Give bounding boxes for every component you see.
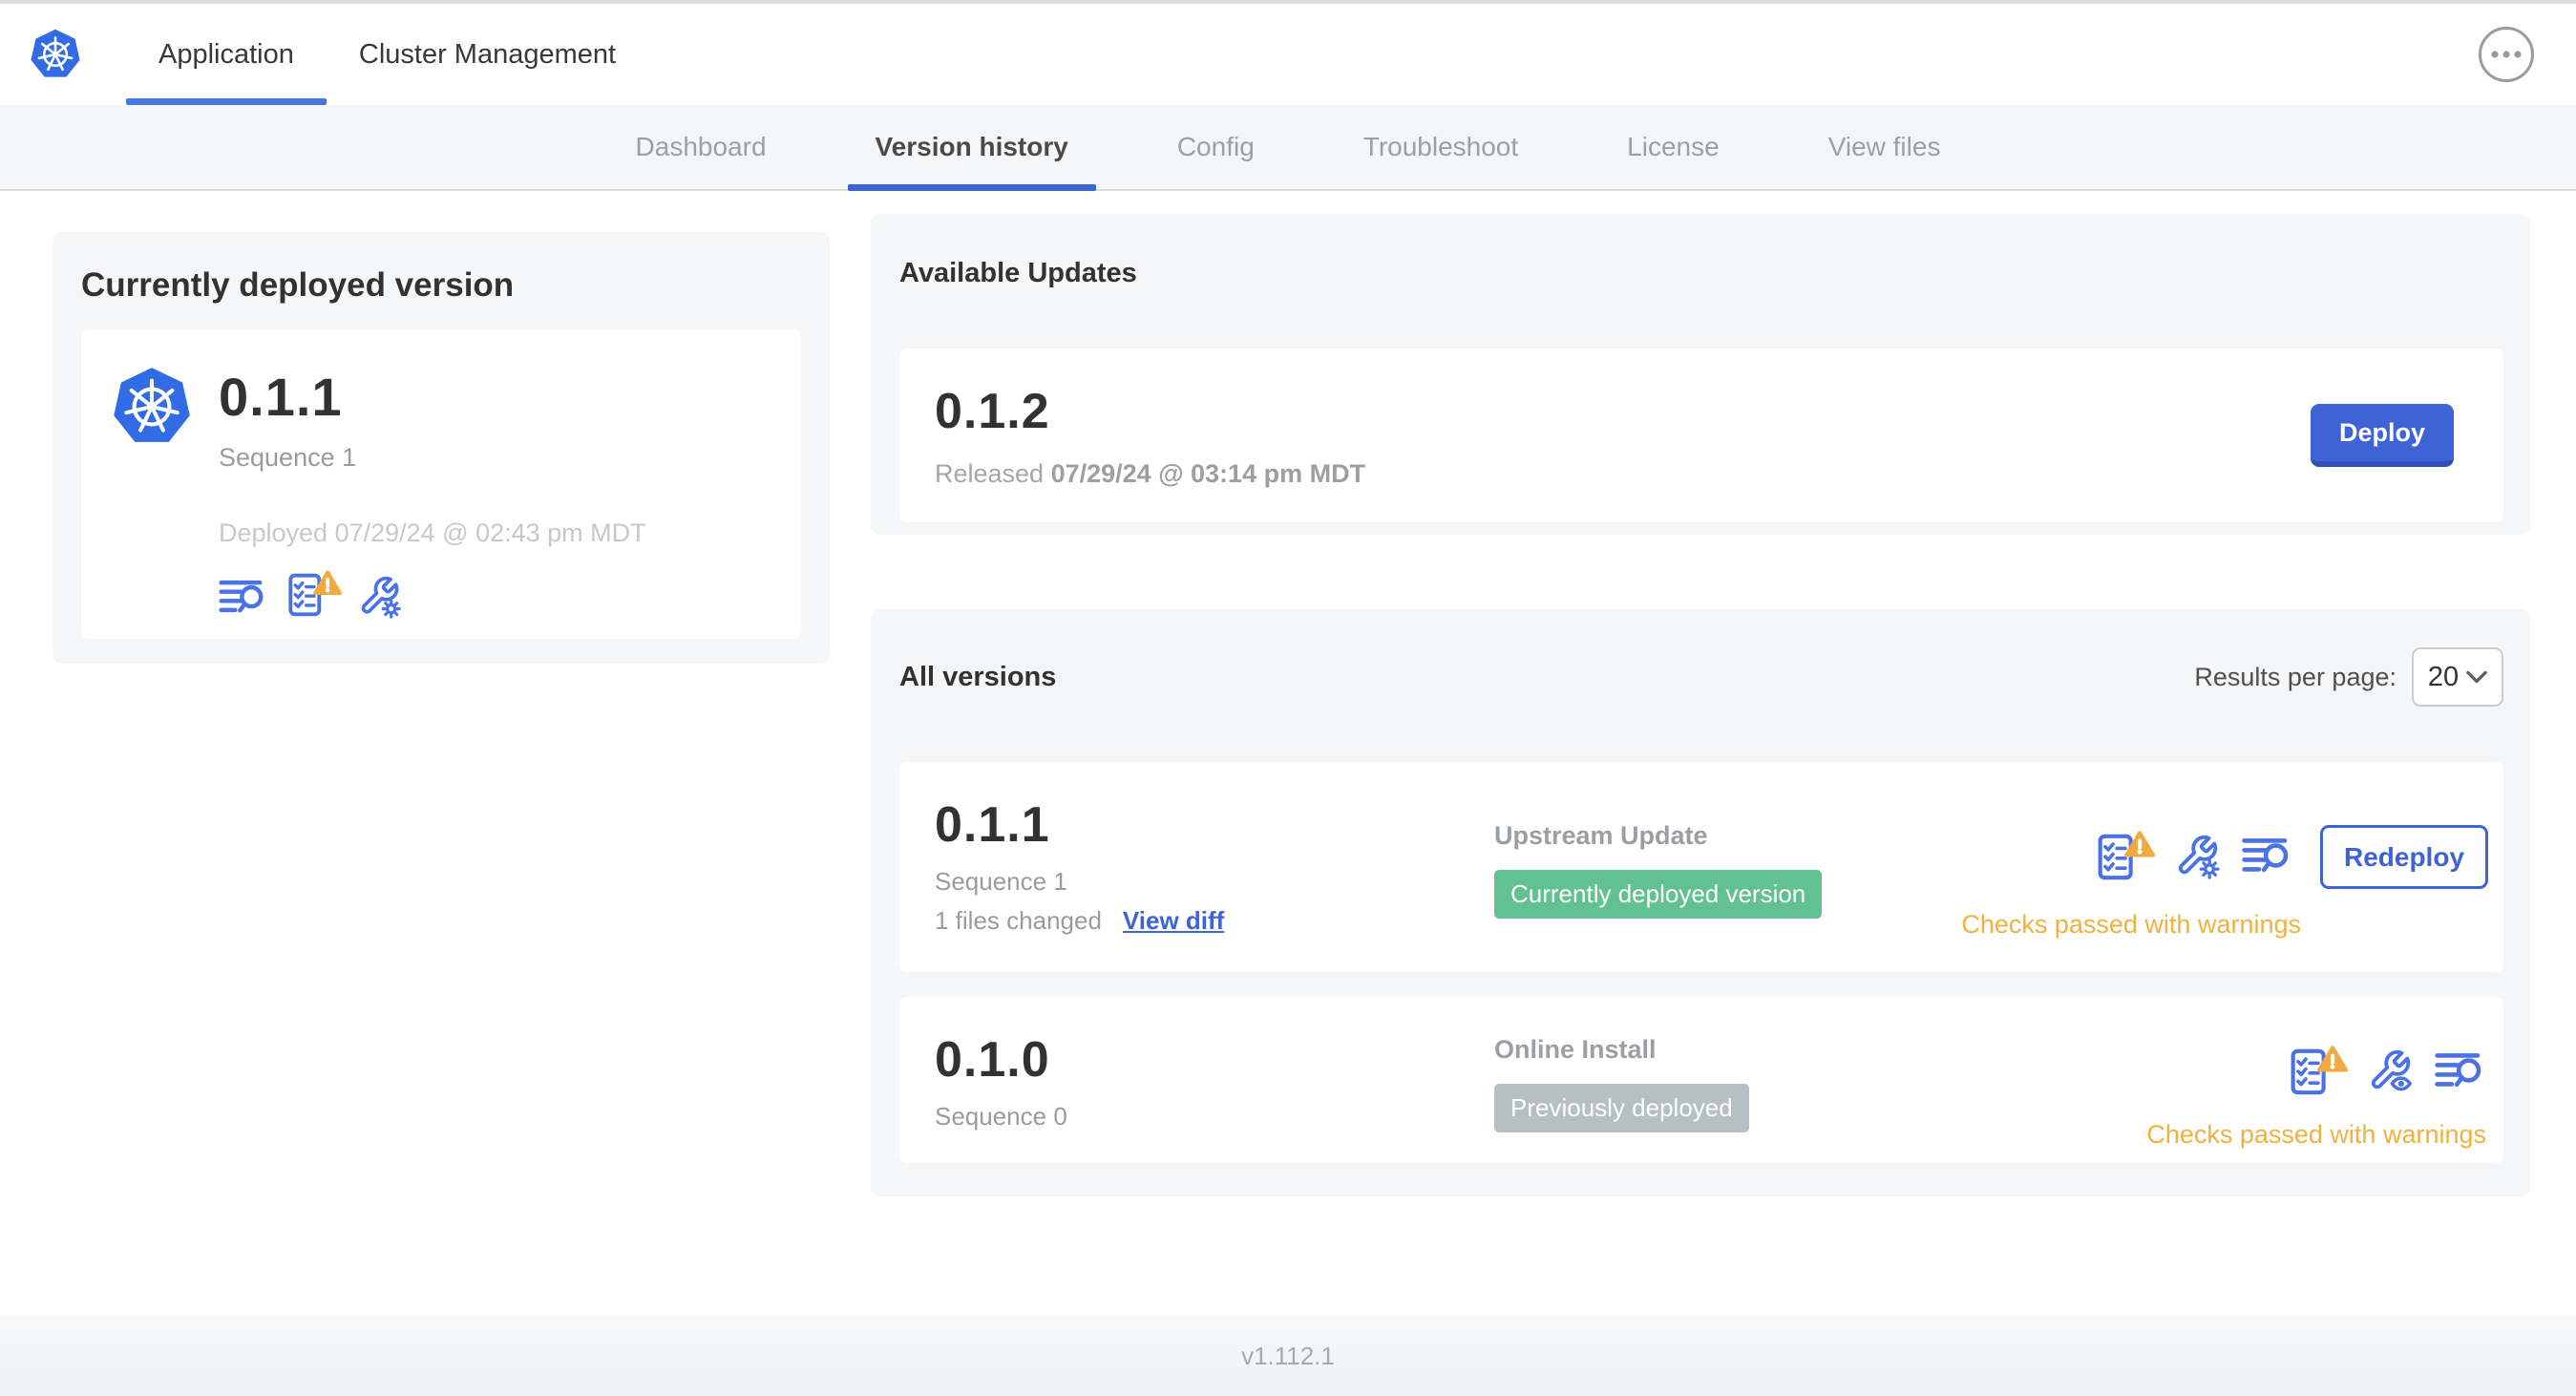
version-row-source: Online Install Previously deployed	[1494, 1031, 2146, 1150]
header-tabs: Application Cluster Management	[126, 4, 648, 105]
available-update-info: 0.1.2 Released 07/29/24 @ 03:14 pm MDT	[935, 383, 2311, 489]
update-version-number: 0.1.2	[935, 383, 1050, 439]
current-version-deployed-timestamp: Deployed 07/29/24 @ 02:43 pm MDT	[219, 518, 646, 547]
subnav-config-label: Config	[1176, 132, 1255, 161]
chevron-down-icon	[2466, 670, 2487, 685]
files-changed-line: 1 files changed View diff	[935, 906, 1494, 936]
currently-deployed-body: 0.1.1 Sequence 1 Deployed 07/29/24 @ 02:…	[219, 364, 646, 610]
version-sequence: Sequence 0	[935, 1102, 1067, 1131]
version-number: 0.1.0	[935, 1032, 1050, 1088]
current-version-actions	[219, 569, 646, 621]
current-version-sequence: Sequence 1	[219, 443, 357, 472]
version-row-info: 0.1.1 Sequence 1 1 files changed View di…	[935, 796, 1494, 943]
subnav-view-files-label: View files	[1827, 132, 1941, 161]
diff-search-icon[interactable]	[2435, 1049, 2488, 1095]
main-content: Currently deployed version 0.1.1 Sequenc…	[0, 191, 2576, 1316]
results-per-page-value: 20	[2427, 661, 2460, 692]
released-timestamp: 07/29/24 @ 03:14 pm MDT	[1050, 458, 1366, 488]
results-per-page-label: Results per page:	[2194, 662, 2397, 691]
version-number: 0.1.1	[935, 797, 1050, 853]
preflight-checks-warning-icon[interactable]	[285, 569, 343, 621]
version-row-actions: Redeploy Checks passed with warnings	[1961, 796, 2488, 943]
subnav-troubleshoot[interactable]: Troubleshoot	[1309, 105, 1573, 189]
app-header: Application Cluster Management	[0, 4, 2576, 105]
currently-deployed-card: 0.1.1 Sequence 1 Deployed 07/29/24 @ 02:…	[81, 329, 801, 639]
subnav-version-history[interactable]: Version history	[821, 105, 1123, 191]
tab-application-label: Application	[158, 38, 294, 70]
console-version-text: v1.112.1	[1241, 1341, 1335, 1370]
wrench-gear-config-icon[interactable]	[358, 575, 404, 621]
version-row-source: Upstream Update Currently deployed versi…	[1494, 796, 1961, 943]
subnav-dashboard-label: Dashboard	[635, 132, 767, 161]
version-source-label: Online Install	[1494, 1035, 1657, 1064]
preflight-checks-warning-icon[interactable]	[2288, 1045, 2349, 1099]
all-versions-header: All versions Results per page: 20	[899, 647, 2503, 707]
currently-deployed-title: Currently deployed version	[81, 266, 515, 304]
version-row-actions: Checks passed with warnings	[2146, 1031, 2488, 1150]
subnav-view-files[interactable]: View files	[1774, 105, 1995, 189]
version-action-icons: Redeploy	[2095, 825, 2488, 889]
kubernetes-logo-icon	[29, 27, 82, 82]
subnav-version-history-label: Version history	[875, 132, 1068, 161]
tab-application-active-underline	[126, 98, 327, 105]
all-versions-panel: All versions Results per page: 20 0.1.1 …	[871, 609, 2530, 1196]
version-row-info: 0.1.0 Sequence 0	[935, 1031, 1494, 1150]
subnav-config[interactable]: Config	[1123, 105, 1309, 189]
subnav-dashboard[interactable]: Dashboard	[581, 105, 821, 189]
diff-search-icon[interactable]	[219, 577, 270, 621]
subnav-troubleshoot-label: Troubleshoot	[1362, 132, 1519, 161]
view-diff-link[interactable]: View diff	[1123, 906, 1224, 936]
diff-search-icon[interactable]	[2242, 835, 2295, 880]
deploy-button[interactable]: Deploy	[2311, 404, 2454, 467]
checks-status-text: Checks passed with warnings	[1961, 910, 2301, 939]
currently-deployed-badge: Currently deployed version	[1494, 870, 1823, 919]
previously-deployed-badge: Previously deployed	[1494, 1084, 1749, 1132]
version-row-0-1-0: 0.1.0 Sequence 0 Online Install Previous…	[899, 997, 2503, 1163]
preflight-checks-warning-icon[interactable]	[2095, 830, 2156, 884]
app-footer: v1.112.1	[0, 1316, 2576, 1396]
app-subnav: Dashboard Version history Config Trouble…	[0, 105, 2576, 191]
released-prefix: Released	[935, 458, 1045, 488]
tab-application[interactable]: Application	[126, 4, 327, 105]
overflow-menu-button[interactable]	[2479, 27, 2534, 82]
current-version-number: 0.1.1	[219, 367, 343, 427]
tab-cluster-management[interactable]: Cluster Management	[327, 4, 648, 105]
files-changed-text: 1 files changed	[935, 906, 1102, 935]
available-updates-title: Available Updates	[899, 258, 1137, 288]
available-update-card: 0.1.2 Released 07/29/24 @ 03:14 pm MDT D…	[899, 349, 2503, 522]
subnav-license[interactable]: License	[1573, 105, 1774, 189]
currently-deployed-panel: Currently deployed version 0.1.1 Sequenc…	[53, 232, 830, 664]
subnav-license-label: License	[1627, 132, 1720, 161]
results-per-page-select[interactable]: 20	[2412, 647, 2503, 707]
version-source-label: Upstream Update	[1494, 821, 1708, 850]
redeploy-button[interactable]: Redeploy	[2320, 825, 2488, 889]
version-sequence: Sequence 1	[935, 867, 1067, 896]
all-versions-title: All versions	[899, 661, 1057, 692]
ellipsis-icon	[2491, 51, 2522, 58]
kubernetes-app-icon	[110, 364, 194, 450]
subnav-active-underline	[847, 184, 1096, 191]
wrench-gear-config-icon[interactable]	[2175, 834, 2223, 881]
checks-status-text: Checks passed with warnings	[2146, 1120, 2486, 1149]
version-action-icons	[2288, 1045, 2488, 1099]
version-row-0-1-1: 0.1.1 Sequence 1 1 files changed View di…	[899, 762, 2503, 972]
wrench-eye-view-config-icon[interactable]	[2368, 1048, 2416, 1096]
page: Application Cluster Management Dashboard…	[0, 0, 2576, 1396]
available-updates-panel: Available Updates 0.1.2 Released 07/29/2…	[871, 214, 2530, 535]
tab-cluster-management-label: Cluster Management	[358, 38, 617, 70]
update-released-line: Released 07/29/24 @ 03:14 pm MDT	[935, 459, 2311, 489]
